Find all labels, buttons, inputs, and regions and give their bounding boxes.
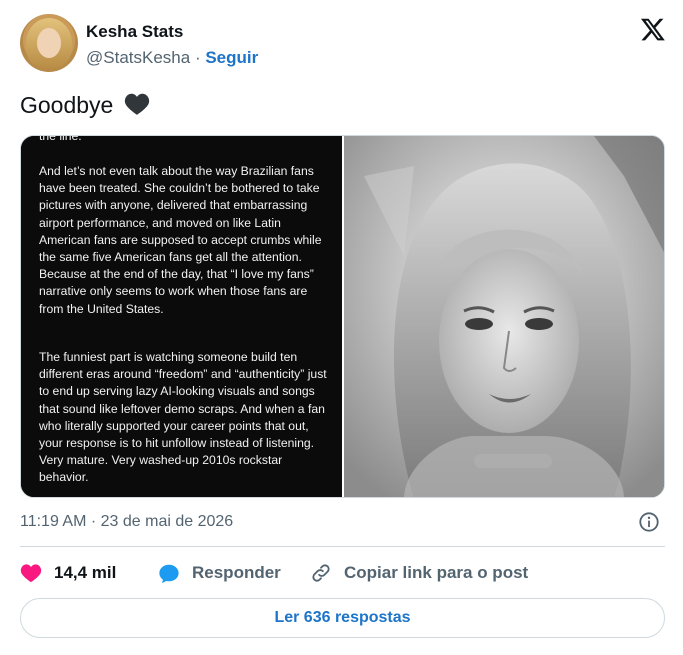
reply-label: Responder	[192, 563, 281, 582]
media-text-screenshot[interactable]: the line. And let’s not even talk about …	[21, 135, 342, 497]
tweet-text-content: Goodbye	[20, 92, 114, 118]
author-handle[interactable]: @StatsKesha	[86, 48, 190, 67]
copy-link-button[interactable]: Copiar link para o post	[310, 558, 528, 588]
portrait-illustration	[344, 136, 664, 497]
author-handle-row: @StatsKesha · Seguir	[86, 48, 258, 68]
media-portrait-image[interactable]	[344, 136, 664, 497]
media-paragraph-2: The funniest part is watching someone bu…	[39, 350, 327, 485]
avatar[interactable]	[20, 14, 78, 72]
media-paragraph-1: And let’s not even talk about the way Br…	[39, 164, 322, 316]
tweet-embed-card: Kesha Stats @StatsKesha · Seguir Goodbye…	[0, 0, 683, 655]
like-button[interactable]: 14,4 mil	[20, 558, 116, 588]
tweet-text: Goodbye	[20, 92, 150, 119]
x-logo-icon[interactable]	[640, 16, 666, 42]
divider	[20, 546, 665, 547]
reply-button[interactable]: Responder	[158, 558, 281, 588]
author-name[interactable]: Kesha Stats	[86, 22, 183, 42]
like-count: 14,4 mil	[54, 563, 117, 582]
read-replies-button[interactable]: Ler 636 respostas	[20, 598, 665, 638]
tweet-media[interactable]: the line. And let’s not even talk about …	[20, 135, 665, 498]
separator-dot: ·	[194, 48, 201, 67]
tweet-header: Kesha Stats @StatsKesha · Seguir	[20, 14, 670, 76]
info-icon[interactable]	[638, 511, 660, 533]
copy-link-label: Copiar link para o post	[344, 563, 529, 582]
tweet-actions: 14,4 mil Responder Copiar link para o po…	[20, 558, 665, 588]
tweet-timestamp[interactable]: 11:19 AM · 23 de mai de 2026	[20, 513, 233, 531]
link-icon	[312, 564, 330, 582]
media-clipped-line: the line.	[39, 135, 82, 143]
heart-icon	[20, 564, 42, 583]
follow-link[interactable]: Seguir	[205, 48, 258, 67]
comment-icon	[159, 564, 179, 583]
black-heart-icon	[124, 93, 149, 115]
